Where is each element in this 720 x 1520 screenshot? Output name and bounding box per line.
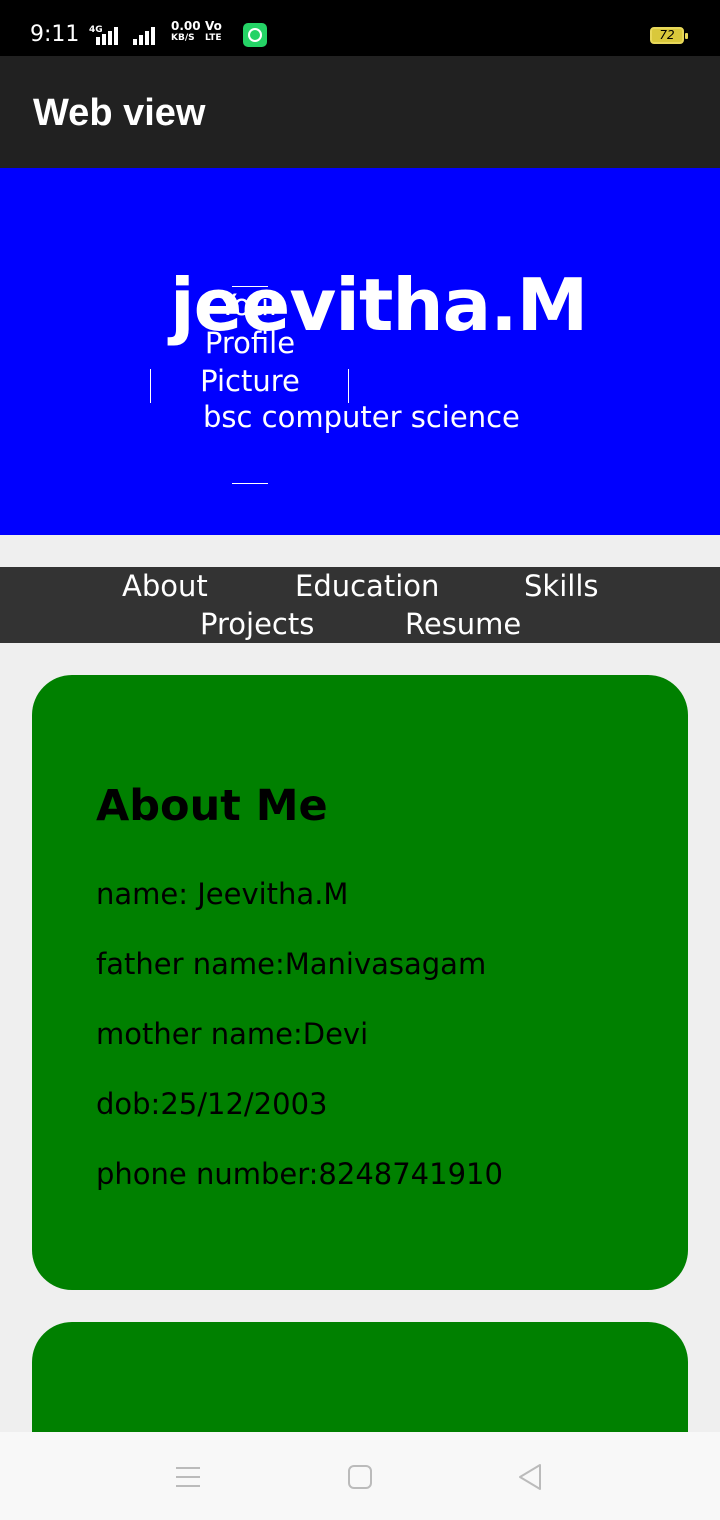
menu-icon[interactable]: [173, 1462, 203, 1492]
data-speed-value: 0.00: [171, 19, 201, 33]
data-speed: 0.00 KB/S: [171, 19, 201, 44]
volte-top: Vo: [205, 19, 222, 33]
signal-icon-2: [133, 25, 155, 45]
back-icon[interactable]: [515, 1462, 545, 1492]
nav-projects-link[interactable]: Projects: [200, 607, 314, 641]
status-bar: 9:11 4G 0.00 KB/S Vo LTE 72: [0, 0, 720, 56]
data-speed-unit: KB/S: [171, 33, 195, 43]
battery-level: 72: [659, 28, 675, 42]
profile-picture-border-bottom: [232, 483, 268, 484]
battery-icon: 72: [650, 27, 688, 44]
nav-education-link[interactable]: Education: [295, 569, 439, 603]
section-nav: About Education Skills Projects Resume: [0, 567, 720, 643]
about-title: About Me: [96, 781, 328, 831]
about-card: About Me name: Jeevitha.M father name:Ma…: [32, 675, 688, 1290]
app-bar: Web view: [0, 56, 720, 168]
about-mother-name: mother name:Devi: [96, 1017, 369, 1051]
about-father-name: father name:Manivasagam: [96, 947, 487, 981]
about-name: name: Jeevitha.M: [96, 877, 349, 911]
nav-resume-link[interactable]: Resume: [405, 607, 521, 641]
volte-bottom: LTE: [205, 33, 222, 43]
nav-skills-link[interactable]: Skills: [524, 569, 598, 603]
signal-icon: [96, 25, 118, 45]
about-dob: dob:25/12/2003: [96, 1087, 328, 1121]
profile-alt-line-3: Picture: [200, 364, 300, 398]
volte-indicator: Vo LTE: [205, 19, 222, 44]
system-nav-bar: [0, 1432, 720, 1520]
profile-header: Your Profile Picture jeevitha.M bsc comp…: [0, 168, 720, 535]
home-icon[interactable]: [345, 1462, 375, 1492]
profile-subtitle: bsc computer science: [203, 400, 520, 434]
profile-name: jeevitha.M: [170, 263, 588, 347]
status-time: 9:11: [30, 22, 80, 47]
nav-about-link[interactable]: About: [122, 569, 208, 603]
about-phone: phone number:8248741910: [96, 1157, 503, 1191]
app-bar-title: Web view: [33, 92, 206, 134]
whatsapp-icon: [243, 23, 267, 47]
